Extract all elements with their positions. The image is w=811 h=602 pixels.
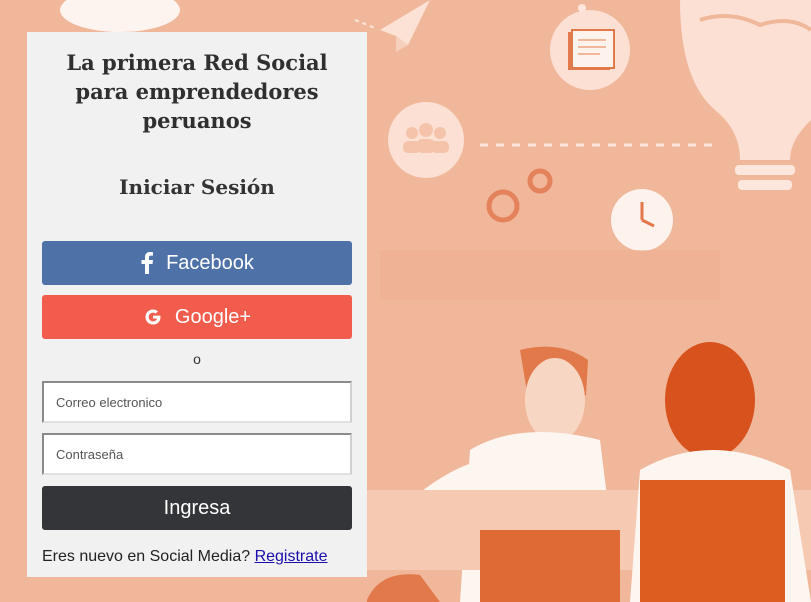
login-title: Iniciar Sesión [119,175,275,199]
facebook-f-icon [141,252,154,274]
login-card: La primera Red Social para emprendedores… [27,32,367,577]
group-icon [388,102,464,178]
google-g-icon [145,309,161,325]
facebook-login-button[interactable]: Facebook [42,241,352,285]
google-login-button[interactable]: Google+ [42,295,352,339]
or-separator: o [193,351,201,367]
facebook-label: Facebook [166,251,254,274]
email-field[interactable] [42,381,352,423]
login-submit-button[interactable]: Ingresa [42,486,352,530]
tagline-heading: La primera Red Social para emprendedores… [66,50,328,133]
clock-icon [611,189,673,251]
signup-prompt-text: Eres nuevo en Social Media? [42,548,251,565]
password-field[interactable] [42,433,352,475]
document-icon [550,10,630,90]
signup-prompt: Eres nuevo en Social Media? Registrate [42,548,352,566]
signup-link[interactable]: Registrate [255,548,328,565]
google-label: Google+ [174,305,252,328]
